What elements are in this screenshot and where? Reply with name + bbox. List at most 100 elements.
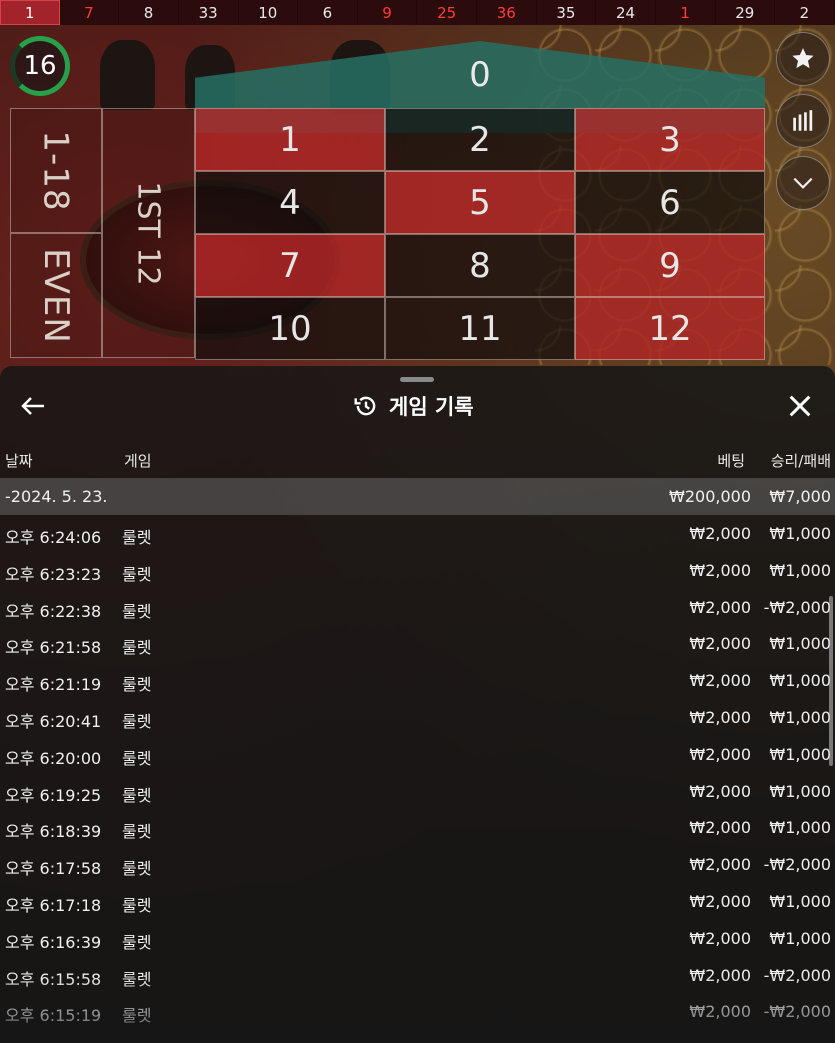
number-bet-cell[interactable]: 6 bbox=[575, 171, 765, 234]
close-button[interactable] bbox=[786, 392, 814, 420]
history-icon bbox=[354, 396, 376, 416]
column-header-date[interactable]: 날짜 bbox=[5, 450, 33, 471]
row-game: 룰렛 bbox=[122, 859, 152, 879]
number-bet-cell[interactable]: 12 bbox=[575, 297, 765, 360]
row-time: 오후 6:17:18 bbox=[5, 896, 102, 915]
row-bet: ₩2,000 bbox=[689, 708, 751, 727]
row-win-loss: ₩1,000 bbox=[769, 892, 831, 911]
row-bet: ₩2,000 bbox=[689, 818, 751, 838]
row-win-loss: ₩1,000 bbox=[769, 708, 831, 727]
history-row[interactable]: 오후 6:20:41 룰렛 ₩2,000 ₩1,000 bbox=[0, 699, 835, 736]
even-bet-area[interactable]: EVEN bbox=[10, 233, 102, 358]
favorite-button[interactable] bbox=[776, 32, 830, 86]
low-bet-area[interactable]: 1-18 bbox=[10, 108, 102, 233]
timer-value: 16 bbox=[23, 51, 57, 81]
result-item: 33 bbox=[179, 0, 239, 25]
row-win-loss: ₩1,000 bbox=[769, 634, 831, 654]
number-label: 1 bbox=[279, 119, 301, 160]
first-dozen-bet-area[interactable]: 1ST 12 bbox=[102, 108, 195, 358]
number-bet-cell[interactable]: 7 bbox=[195, 234, 385, 297]
summary-bet: ₩200,000 bbox=[669, 487, 751, 506]
column-header-game[interactable]: 게임 bbox=[124, 450, 152, 471]
history-row[interactable]: 오후 6:18:39 룰렛 ₩2,000 ₩1,000 bbox=[0, 809, 835, 846]
number-bet-cell[interactable]: 1 bbox=[195, 108, 385, 171]
number-bet-cell[interactable]: 9 bbox=[575, 234, 765, 297]
row-game: 룰렛 bbox=[122, 564, 152, 584]
row-game: 룰렛 bbox=[122, 748, 152, 768]
row-time: 오후 6:24:06 bbox=[5, 528, 102, 547]
number-label: 6 bbox=[659, 182, 681, 223]
history-row[interactable]: 오후 6:24:06 룰렛 ₩2,000 ₩1,000 bbox=[0, 515, 835, 552]
row-win-loss: ₩1,000 bbox=[769, 524, 831, 543]
history-row[interactable]: 오후 6:21:19 룰렛 ₩2,000 ₩1,000 bbox=[0, 662, 835, 699]
row-bet: ₩2,000 bbox=[689, 597, 751, 617]
history-row[interactable]: 오후 6:19:25 룰렛 ₩2,000 ₩1,000 bbox=[0, 773, 835, 810]
column-header-bet[interactable]: 베팅 bbox=[717, 450, 745, 471]
result-item: 35 bbox=[537, 0, 597, 25]
row-bet: ₩2,000 bbox=[689, 524, 751, 543]
statistics-button[interactable] bbox=[776, 94, 830, 148]
history-row[interactable]: 오후 6:20:00 룰렛 ₩2,000 ₩1,000 bbox=[0, 736, 835, 773]
row-bet: ₩2,000 bbox=[689, 671, 751, 691]
history-row[interactable]: 오후 6:17:18 룰렛 ₩2,000 ₩1,000 bbox=[0, 883, 835, 920]
back-button[interactable] bbox=[20, 394, 52, 418]
history-row[interactable]: 오후 6:22:38 룰렛 ₩2,000 -₩2,000 bbox=[0, 589, 835, 626]
number-label: 9 bbox=[659, 245, 681, 286]
scrollbar[interactable] bbox=[829, 596, 833, 766]
row-win-loss: ₩1,000 bbox=[769, 744, 831, 764]
summary-date: -2024. 5. 23. bbox=[5, 487, 108, 506]
summary-win-loss: ₩7,000 bbox=[769, 487, 831, 506]
number-bet-cell[interactable]: 2 bbox=[385, 108, 575, 171]
history-row[interactable]: 오후 6:21:58 룰렛 ₩2,000 ₩1,000 bbox=[0, 625, 835, 662]
number-label: 4 bbox=[279, 182, 301, 223]
first-dozen-label: 1ST 12 bbox=[131, 180, 167, 286]
close-icon bbox=[789, 395, 811, 417]
date-summary-row[interactable]: -2024. 5. 23. ₩200,000 ₩7,000 bbox=[0, 478, 835, 515]
number-bet-cell[interactable]: 11 bbox=[385, 297, 575, 360]
star-icon bbox=[792, 48, 814, 69]
row-game: 룰렛 bbox=[122, 528, 152, 547]
zero-label: 0 bbox=[469, 55, 491, 95]
row-win-loss: ₩1,000 bbox=[769, 781, 831, 801]
number-label: 2 bbox=[469, 119, 491, 160]
result-history-strip: 1 7 8 33 10 6 9 25 36 35 24 1 29 2 bbox=[0, 0, 835, 25]
panel-title-group: 게임 기록 bbox=[353, 392, 474, 420]
row-time: 오후 6:23:23 bbox=[5, 564, 102, 584]
result-item: 1 bbox=[656, 0, 716, 25]
history-row[interactable]: 오후 6:16:39 룰렛 ₩2,000 ₩1,000 bbox=[0, 920, 835, 957]
row-time: 오후 6:20:00 bbox=[5, 748, 102, 768]
low-bet-label: 1-18 bbox=[35, 129, 76, 212]
row-time: 오후 6:17:58 bbox=[5, 859, 102, 879]
number-bet-cell[interactable]: 10 bbox=[195, 297, 385, 360]
result-item: 6 bbox=[298, 0, 358, 25]
row-game: 룰렛 bbox=[122, 822, 152, 842]
number-label: 11 bbox=[458, 308, 502, 349]
row-game: 룰렛 bbox=[122, 932, 152, 952]
history-row[interactable]: 오후 6:17:58 룰렛 ₩2,000 -₩2,000 bbox=[0, 846, 835, 883]
result-item: 1 bbox=[0, 0, 60, 25]
number-bet-cell[interactable]: 3 bbox=[575, 108, 765, 171]
chevron-down-icon bbox=[793, 177, 813, 189]
collapse-button[interactable] bbox=[776, 156, 830, 210]
panel-title: 게임 기록 bbox=[389, 395, 474, 419]
result-item: 2 bbox=[775, 0, 835, 25]
number-label: 8 bbox=[469, 245, 491, 286]
number-bet-cell[interactable]: 8 bbox=[385, 234, 575, 297]
result-item: 7 bbox=[60, 0, 120, 25]
row-win-loss: ₩1,000 bbox=[769, 560, 831, 580]
row-bet: ₩2,000 bbox=[689, 560, 751, 580]
list-fade bbox=[0, 973, 835, 1043]
number-bet-cell[interactable]: 4 bbox=[195, 171, 385, 234]
row-time: 오후 6:16:39 bbox=[5, 932, 102, 952]
result-item: 25 bbox=[417, 0, 477, 25]
drag-handle[interactable] bbox=[400, 377, 434, 382]
row-bet: ₩2,000 bbox=[689, 855, 751, 875]
countdown-timer: 16 bbox=[10, 36, 70, 96]
history-row[interactable]: 오후 6:23:23 룰렛 ₩2,000 ₩1,000 bbox=[0, 552, 835, 589]
number-bet-cell[interactable]: 5 bbox=[385, 171, 575, 234]
row-bet: ₩2,000 bbox=[689, 634, 751, 654]
row-win-loss: -₩2,000 bbox=[763, 597, 831, 617]
result-item: 8 bbox=[119, 0, 179, 25]
row-bet: ₩2,000 bbox=[689, 928, 751, 948]
column-header-win-loss[interactable]: 승리/패배 bbox=[771, 450, 831, 471]
